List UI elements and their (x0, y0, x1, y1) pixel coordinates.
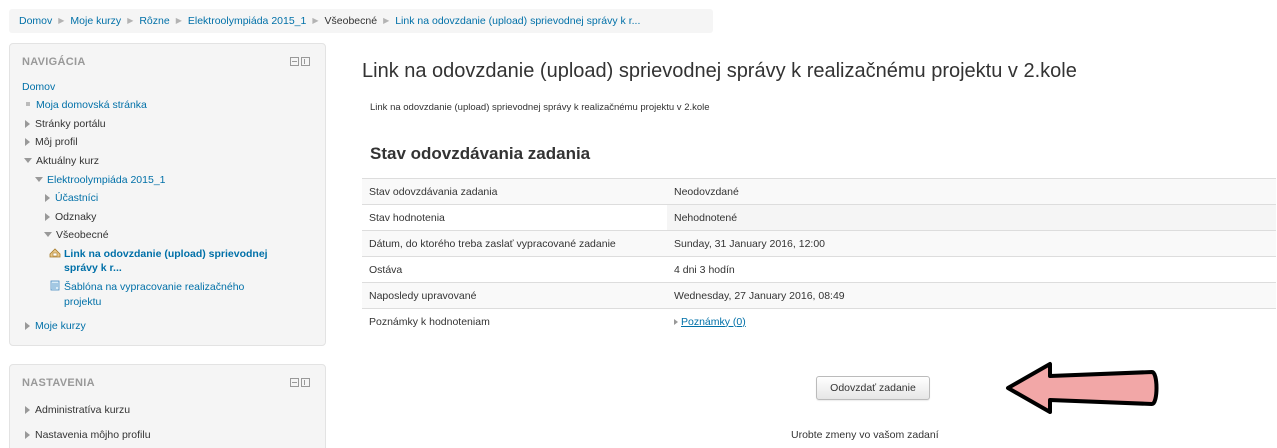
expand-arrow-icon (45, 194, 50, 202)
nav-item-general[interactable]: Všeobecné (44, 229, 109, 242)
row-value: Neodovzdané (667, 178, 1276, 205)
breadcrumb-home[interactable]: Domov (19, 15, 52, 27)
breadcrumb-separator-icon: ▶ (383, 16, 390, 25)
expand-arrow-icon (45, 213, 50, 221)
block-controls (290, 57, 310, 66)
submission-status-table: Stav odovzdávania zadania Neodovzdané St… (362, 178, 1276, 335)
nav-item-home[interactable]: Domov (22, 81, 55, 94)
nav-item-current-course[interactable]: Aktuálny kurz (24, 155, 99, 168)
collapse-icon[interactable] (290, 57, 299, 66)
breadcrumb-separator-icon: ▶ (127, 16, 134, 25)
nav-item-site-pages[interactable]: Stránky portálu (25, 118, 106, 131)
expand-arrow-icon (25, 322, 30, 330)
assignment-intro: Link na odovzdanie (upload) sprievodnej … (370, 102, 710, 113)
grading-status-value: Nehodnotené (667, 204, 1276, 231)
feedback-notes-cell[interactable]: Poznámky (0) (667, 308, 1276, 335)
block-controls (290, 378, 310, 387)
expand-arrow-icon (674, 318, 678, 325)
nav-home-link[interactable]: Domov (22, 81, 55, 93)
nav-participants-link[interactable]: Účastníci (55, 192, 98, 204)
nav-item-template-cont[interactable]: projektu (64, 296, 101, 309)
row-label: Stav hodnotenia (362, 204, 667, 231)
nav-site-pages-label: Stránky portálu (35, 118, 106, 130)
breadcrumb-my-courses[interactable]: Moje kurzy (70, 15, 121, 27)
settings-profile-label: Nastavenia môjho profilu (35, 429, 151, 441)
feedback-notes-link[interactable]: Poznámky (0) (681, 316, 746, 328)
breadcrumb-category[interactable]: Rôzne (139, 15, 169, 27)
row-value: Sunday, 31 January 2016, 12:00 (667, 230, 1276, 257)
table-row: Naposledy upravované Wednesday, 27 Janua… (362, 282, 1276, 309)
row-label: Ostáva (362, 256, 667, 283)
navigation-block: NAVIGÁCIA Domov Moja domovská stránka St… (9, 43, 326, 346)
nav-item-badges[interactable]: Odznaky (45, 211, 96, 224)
breadcrumb-separator-icon: ▶ (175, 16, 182, 25)
settings-course-admin-label: Administratíva kurzu (35, 404, 131, 416)
page-title: Link na odovzdanie (upload) sprievodnej … (362, 60, 1077, 82)
navigation-block-title: NAVIGÁCIA (22, 56, 86, 68)
row-label: Poznámky k hodnoteniam (362, 308, 667, 335)
breadcrumb-separator-icon: ▶ (58, 16, 65, 25)
table-row: Ostáva 4 dni 3 hodín (362, 256, 1276, 283)
row-label: Naposledy upravované (362, 282, 667, 309)
nav-my-courses-link[interactable]: Moje kurzy (35, 320, 86, 332)
table-row: Dátum, do ktorého treba zaslať vypracova… (362, 230, 1276, 257)
breadcrumb-course[interactable]: Elektroolympiáda 2015_1 (188, 15, 307, 27)
row-label: Stav odovzdávania zadania (362, 178, 667, 205)
row-value: Wednesday, 27 January 2016, 08:49 (667, 282, 1276, 309)
expand-arrow-icon (25, 138, 30, 146)
submit-help-text: Urobte zmeny vo vašom zadaní (791, 429, 939, 441)
row-value: 4 dni 3 hodín (667, 256, 1276, 283)
nav-active-assignment-label-cont: správy k r... (64, 262, 122, 274)
collapse-icon[interactable] (290, 378, 299, 387)
nav-item-course[interactable]: Elektroolympiáda 2015_1 (35, 174, 166, 187)
nav-item-my-profile[interactable]: Môj profil (25, 136, 78, 149)
document-icon (50, 280, 60, 291)
nav-item-active-assignment[interactable]: Link na odovzdanie (upload) sprievodnej (49, 247, 268, 261)
nav-my-home-link[interactable]: Moja domovská stránka (36, 99, 147, 111)
expand-arrow-icon (25, 431, 30, 439)
nav-general-label: Všeobecné (56, 229, 109, 241)
annotation-arrow-icon (1006, 362, 1159, 414)
nav-template-link-cont[interactable]: projektu (64, 296, 101, 308)
collapse-arrow-icon (35, 177, 43, 182)
expand-arrow-icon (25, 120, 30, 128)
submission-status-heading: Stav odovzdávania zadania (370, 144, 591, 163)
nav-course-link[interactable]: Elektroolympiáda 2015_1 (47, 174, 166, 186)
settings-item-course-admin[interactable]: Administratíva kurzu (25, 404, 130, 417)
table-row: Stav hodnotenia Nehodnotené (362, 204, 1276, 231)
table-row: Poznámky k hodnoteniam Poznámky (0) (362, 308, 1276, 335)
bullet-icon (26, 102, 30, 106)
row-label: Dátum, do ktorého treba zaslať vypracova… (362, 230, 667, 257)
breadcrumb-section: Všeobecné (324, 15, 378, 27)
nav-my-profile-label: Môj profil (35, 136, 78, 148)
nav-active-assignment-label: Link na odovzdanie (upload) sprievodnej (64, 248, 268, 260)
dock-icon[interactable] (301, 57, 310, 66)
breadcrumb-current-activity[interactable]: Link na odovzdanie (upload) sprievodnej … (395, 15, 640, 27)
settings-block-title: NASTAVENIA (22, 377, 95, 389)
nav-item-my-courses[interactable]: Moje kurzy (25, 320, 86, 333)
expand-arrow-icon (25, 406, 30, 414)
submit-assignment-button[interactable]: Odovzdať zadanie (816, 376, 930, 400)
collapse-arrow-icon (24, 158, 32, 163)
breadcrumb-separator-icon: ▶ (312, 16, 319, 25)
nav-item-template[interactable]: Šablóna na vypracovanie realizačného (49, 280, 244, 294)
settings-item-profile[interactable]: Nastavenia môjho profilu (25, 429, 151, 442)
nav-item-participants[interactable]: Účastníci (45, 192, 98, 205)
nav-item-active-assignment-cont: správy k r... (64, 262, 122, 275)
collapse-arrow-icon (44, 232, 52, 237)
nav-badges-label: Odznaky (55, 211, 97, 223)
table-row: Stav odovzdávania zadania Neodovzdané (362, 178, 1276, 205)
assignment-icon (49, 248, 61, 258)
nav-item-my-home[interactable]: Moja domovská stránka (24, 99, 147, 112)
settings-block: NASTAVENIA Administratíva kurzu Nastaven… (9, 364, 326, 448)
breadcrumb: Domov ▶ Moje kurzy ▶ Rôzne ▶ Elektroolympiáda … (9, 9, 713, 33)
dock-icon[interactable] (301, 378, 310, 387)
nav-template-link[interactable]: Šablóna na vypracovanie realizačného (64, 281, 244, 293)
nav-current-course-label: Aktuálny kurz (36, 155, 100, 167)
